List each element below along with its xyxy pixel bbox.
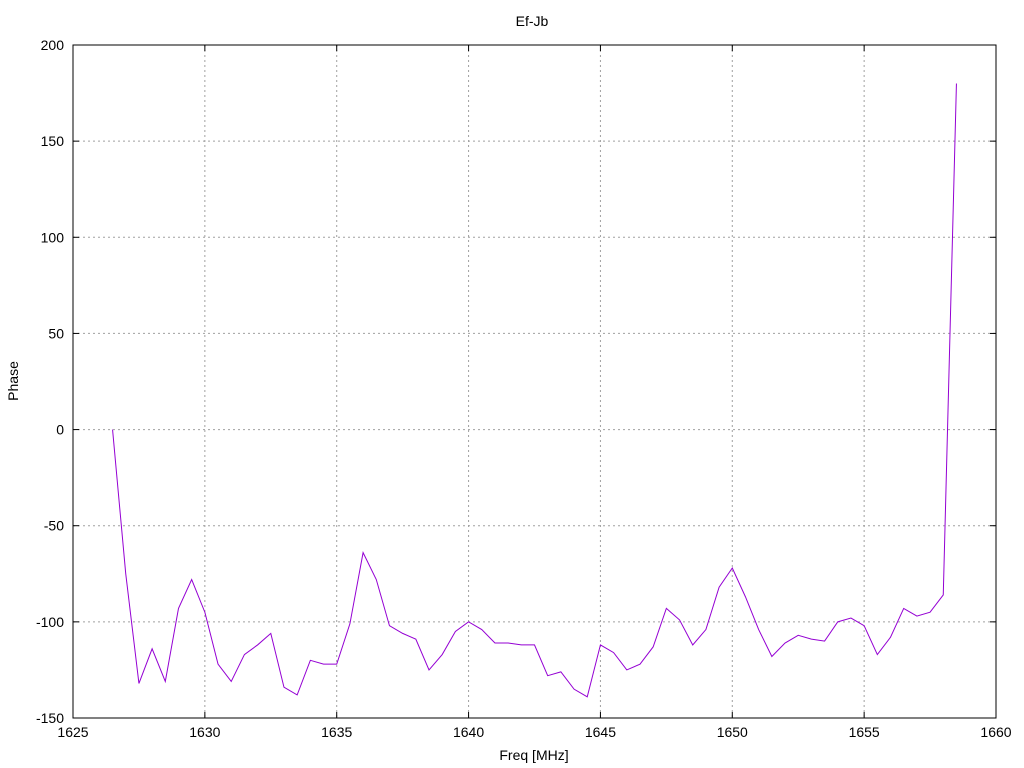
x-axis-label: Freq [MHz] bbox=[499, 747, 568, 763]
x-tick-label: 1650 bbox=[717, 724, 748, 740]
phase-line-chart: Ef-Jb 1625 1630 1635 1640 1645 1650 1655 1660 -… bbox=[5, 13, 1012, 763]
plot-border bbox=[72, 44, 997, 719]
y-tick-label: 50 bbox=[48, 325, 64, 341]
axis-ticks bbox=[72, 44, 997, 719]
y-tick-label: 150 bbox=[41, 133, 65, 149]
y-tick-label: 200 bbox=[41, 37, 65, 53]
y-tick-label: -150 bbox=[36, 710, 64, 726]
y-tick-labels: -150 -100 -50 0 50 100 150 200 bbox=[36, 37, 64, 726]
x-tick-label: 1630 bbox=[189, 724, 220, 740]
y-tick-label: 100 bbox=[41, 229, 65, 245]
x-tick-label: 1660 bbox=[980, 724, 1011, 740]
x-tick-label: 1655 bbox=[849, 724, 880, 740]
x-tick-label: 1640 bbox=[453, 724, 484, 740]
series-group bbox=[112, 83, 957, 698]
y-tick-label: 0 bbox=[56, 422, 64, 438]
y-tick-label: -100 bbox=[36, 614, 64, 630]
y-axis-label: Phase bbox=[5, 361, 21, 401]
grid-lines bbox=[73, 45, 996, 718]
x-tick-label: 1635 bbox=[321, 724, 352, 740]
y-tick-label: -50 bbox=[44, 518, 64, 534]
x-tick-label: 1645 bbox=[585, 724, 616, 740]
x-tick-label: 1625 bbox=[57, 724, 88, 740]
chart-title: Ef-Jb bbox=[516, 13, 549, 29]
x-tick-labels: 1625 1630 1635 1640 1645 1650 1655 1660 bbox=[57, 724, 1011, 740]
phase-series-line bbox=[112, 83, 957, 698]
